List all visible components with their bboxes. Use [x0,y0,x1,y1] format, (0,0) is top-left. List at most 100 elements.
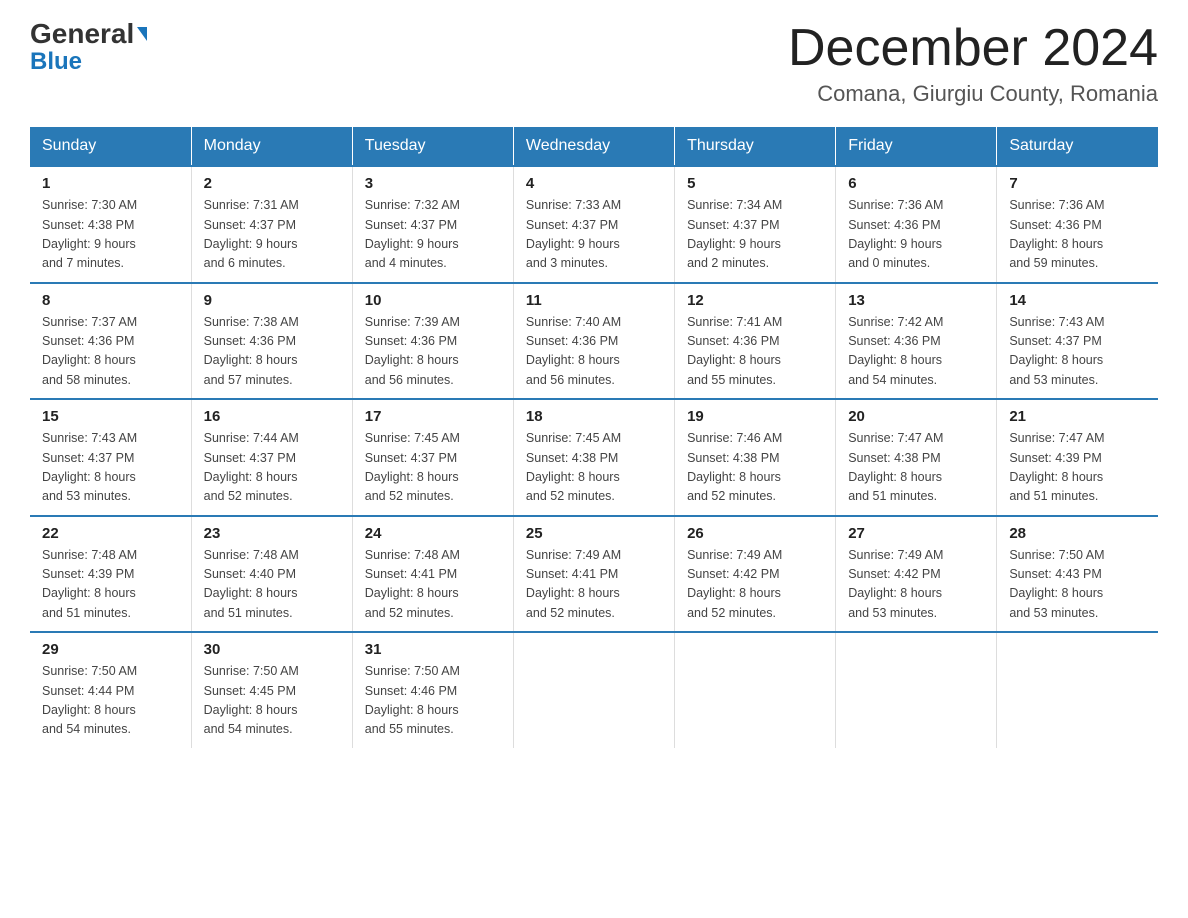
day-number: 9 [204,292,340,309]
day-number: 16 [204,408,340,425]
day-info: Sunrise: 7:36 AMSunset: 4:36 PMDaylight:… [1009,198,1104,270]
calendar-body: 1Sunrise: 7:30 AMSunset: 4:38 PMDaylight… [30,166,1158,748]
day-info: Sunrise: 7:38 AMSunset: 4:36 PMDaylight:… [204,315,299,387]
day-number: 29 [42,641,179,658]
calendar-cell-w4-d2: 23Sunrise: 7:48 AMSunset: 4:40 PMDayligh… [191,516,352,633]
day-info: Sunrise: 7:47 AMSunset: 4:38 PMDaylight:… [848,431,943,503]
calendar-cell-w3-d5: 19 Sunrise: 7:46 AMSunset: 4:38 PMDayligh… [675,399,836,516]
calendar-cell-w1-d6: 6 Sunrise: 7:36 AMSunset: 4:36 PMDaylight… [836,166,997,283]
logo-blue: Blue [30,50,82,74]
day-number: 13 [848,292,984,309]
calendar-cell-w4-d3: 24Sunrise: 7:48 AMSunset: 4:41 PMDayligh… [352,516,513,633]
day-info: Sunrise: 7:47 AMSunset: 4:39 PMDaylight:… [1009,431,1104,503]
weekday-header-row: Sunday Monday Tuesday Wednesday Thursday… [30,127,1158,166]
calendar-table: Sunday Monday Tuesday Wednesday Thursday… [30,127,1158,748]
day-number: 5 [687,175,823,192]
calendar-cell-w5-d1: 29 Sunrise: 7:50 AMSunset: 4:44 PMDayligh… [30,632,191,748]
day-info: Sunrise: 7:32 AMSunset: 4:37 PMDaylight:… [365,198,460,270]
day-info: Sunrise: 7:42 AMSunset: 4:36 PMDaylight:… [848,315,943,387]
header-wednesday: Wednesday [513,127,674,166]
calendar-cell-w5-d6 [836,632,997,748]
day-number: 6 [848,175,984,192]
calendar-cell-w2-d4: 11 Sunrise: 7:40 AMSunset: 4:36 PMDayligh… [513,283,674,400]
day-number: 18 [526,408,662,425]
logo: General Blue [30,20,147,74]
day-number: 15 [42,408,179,425]
header-monday: Monday [191,127,352,166]
calendar-cell-w1-d1: 1Sunrise: 7:30 AMSunset: 4:38 PMDaylight… [30,166,191,283]
calendar-cell-w1-d7: 7 Sunrise: 7:36 AMSunset: 4:36 PMDaylight… [997,166,1158,283]
header-sunday: Sunday [30,127,191,166]
calendar-cell-w5-d2: 30Sunrise: 7:50 AMSunset: 4:45 PMDayligh… [191,632,352,748]
day-info: Sunrise: 7:50 AMSunset: 4:43 PMDaylight:… [1009,548,1104,620]
calendar-cell-w1-d5: 5 Sunrise: 7:34 AMSunset: 4:37 PMDaylight… [675,166,836,283]
day-number: 26 [687,525,823,542]
day-number: 8 [42,292,179,309]
title-block: December 2024 Comana, Giurgiu County, Ro… [788,20,1158,107]
day-number: 21 [1009,408,1146,425]
calendar-cell-w5-d3: 31 Sunrise: 7:50 AMSunset: 4:46 PMDayligh… [352,632,513,748]
day-info: Sunrise: 7:48 AMSunset: 4:40 PMDaylight:… [204,548,299,620]
page-header: General Blue December 2024 Comana, Giurg… [30,20,1158,107]
day-info: Sunrise: 7:44 AMSunset: 4:37 PMDaylight:… [204,431,299,503]
logo-general: General [30,20,147,48]
day-number: 2 [204,175,340,192]
calendar-cell-w3-d4: 18Sunrise: 7:45 AMSunset: 4:38 PMDayligh… [513,399,674,516]
day-info: Sunrise: 7:50 AMSunset: 4:44 PMDaylight:… [42,664,137,736]
calendar-cell-w3-d2: 16 Sunrise: 7:44 AMSunset: 4:37 PMDayligh… [191,399,352,516]
day-info: Sunrise: 7:49 AMSunset: 4:42 PMDaylight:… [848,548,943,620]
calendar-cell-w4-d1: 22 Sunrise: 7:48 AMSunset: 4:39 PMDayligh… [30,516,191,633]
calendar-cell-w1-d2: 2 Sunrise: 7:31 AMSunset: 4:37 PMDaylight… [191,166,352,283]
day-info: Sunrise: 7:34 AMSunset: 4:37 PMDaylight:… [687,198,782,270]
calendar-cell-w4-d7: 28Sunrise: 7:50 AMSunset: 4:43 PMDayligh… [997,516,1158,633]
calendar-cell-w3-d6: 20 Sunrise: 7:47 AMSunset: 4:38 PMDayligh… [836,399,997,516]
day-number: 4 [526,175,662,192]
day-number: 31 [365,641,501,658]
day-info: Sunrise: 7:36 AMSunset: 4:36 PMDaylight:… [848,198,943,270]
calendar-cell-w4-d5: 26Sunrise: 7:49 AMSunset: 4:42 PMDayligh… [675,516,836,633]
calendar-cell-w3-d7: 21 Sunrise: 7:47 AMSunset: 4:39 PMDayligh… [997,399,1158,516]
day-number: 22 [42,525,179,542]
calendar-cell-w5-d4 [513,632,674,748]
day-info: Sunrise: 7:41 AMSunset: 4:36 PMDaylight:… [687,315,782,387]
header-thursday: Thursday [675,127,836,166]
day-info: Sunrise: 7:30 AMSunset: 4:38 PMDaylight:… [42,198,137,270]
day-info: Sunrise: 7:49 AMSunset: 4:41 PMDaylight:… [526,548,621,620]
day-info: Sunrise: 7:33 AMSunset: 4:37 PMDaylight:… [526,198,621,270]
calendar-cell-w3-d1: 15Sunrise: 7:43 AMSunset: 4:37 PMDayligh… [30,399,191,516]
calendar-cell-w2-d5: 12Sunrise: 7:41 AMSunset: 4:36 PMDayligh… [675,283,836,400]
day-info: Sunrise: 7:46 AMSunset: 4:38 PMDaylight:… [687,431,782,503]
location: Comana, Giurgiu County, Romania [788,81,1158,107]
calendar-cell-w2-d7: 14Sunrise: 7:43 AMSunset: 4:37 PMDayligh… [997,283,1158,400]
day-info: Sunrise: 7:48 AMSunset: 4:39 PMDaylight:… [42,548,137,620]
day-number: 11 [526,292,662,309]
header-saturday: Saturday [997,127,1158,166]
calendar-cell-w2-d3: 10Sunrise: 7:39 AMSunset: 4:36 PMDayligh… [352,283,513,400]
logo-triangle-icon [137,27,147,41]
calendar-week-4: 22 Sunrise: 7:48 AMSunset: 4:39 PMDayligh… [30,516,1158,633]
day-info: Sunrise: 7:40 AMSunset: 4:36 PMDaylight:… [526,315,621,387]
calendar-cell-w3-d3: 17Sunrise: 7:45 AMSunset: 4:37 PMDayligh… [352,399,513,516]
calendar-cell-w2-d6: 13 Sunrise: 7:42 AMSunset: 4:36 PMDayligh… [836,283,997,400]
day-info: Sunrise: 7:31 AMSunset: 4:37 PMDaylight:… [204,198,299,270]
calendar-week-5: 29 Sunrise: 7:50 AMSunset: 4:44 PMDayligh… [30,632,1158,748]
day-number: 3 [365,175,501,192]
calendar-cell-w1-d3: 3 Sunrise: 7:32 AMSunset: 4:37 PMDaylight… [352,166,513,283]
calendar-cell-w5-d5 [675,632,836,748]
day-number: 27 [848,525,984,542]
day-number: 20 [848,408,984,425]
month-title: December 2024 [788,20,1158,77]
calendar-week-1: 1Sunrise: 7:30 AMSunset: 4:38 PMDaylight… [30,166,1158,283]
calendar-cell-w5-d7 [997,632,1158,748]
calendar-cell-w4-d4: 25 Sunrise: 7:49 AMSunset: 4:41 PMDayligh… [513,516,674,633]
day-number: 17 [365,408,501,425]
header-tuesday: Tuesday [352,127,513,166]
calendar-header: Sunday Monday Tuesday Wednesday Thursday… [30,127,1158,166]
calendar-cell-w2-d1: 8Sunrise: 7:37 AMSunset: 4:36 PMDaylight… [30,283,191,400]
day-number: 7 [1009,175,1146,192]
day-number: 25 [526,525,662,542]
day-number: 19 [687,408,823,425]
calendar-week-2: 8Sunrise: 7:37 AMSunset: 4:36 PMDaylight… [30,283,1158,400]
day-info: Sunrise: 7:50 AMSunset: 4:46 PMDaylight:… [365,664,460,736]
day-number: 24 [365,525,501,542]
